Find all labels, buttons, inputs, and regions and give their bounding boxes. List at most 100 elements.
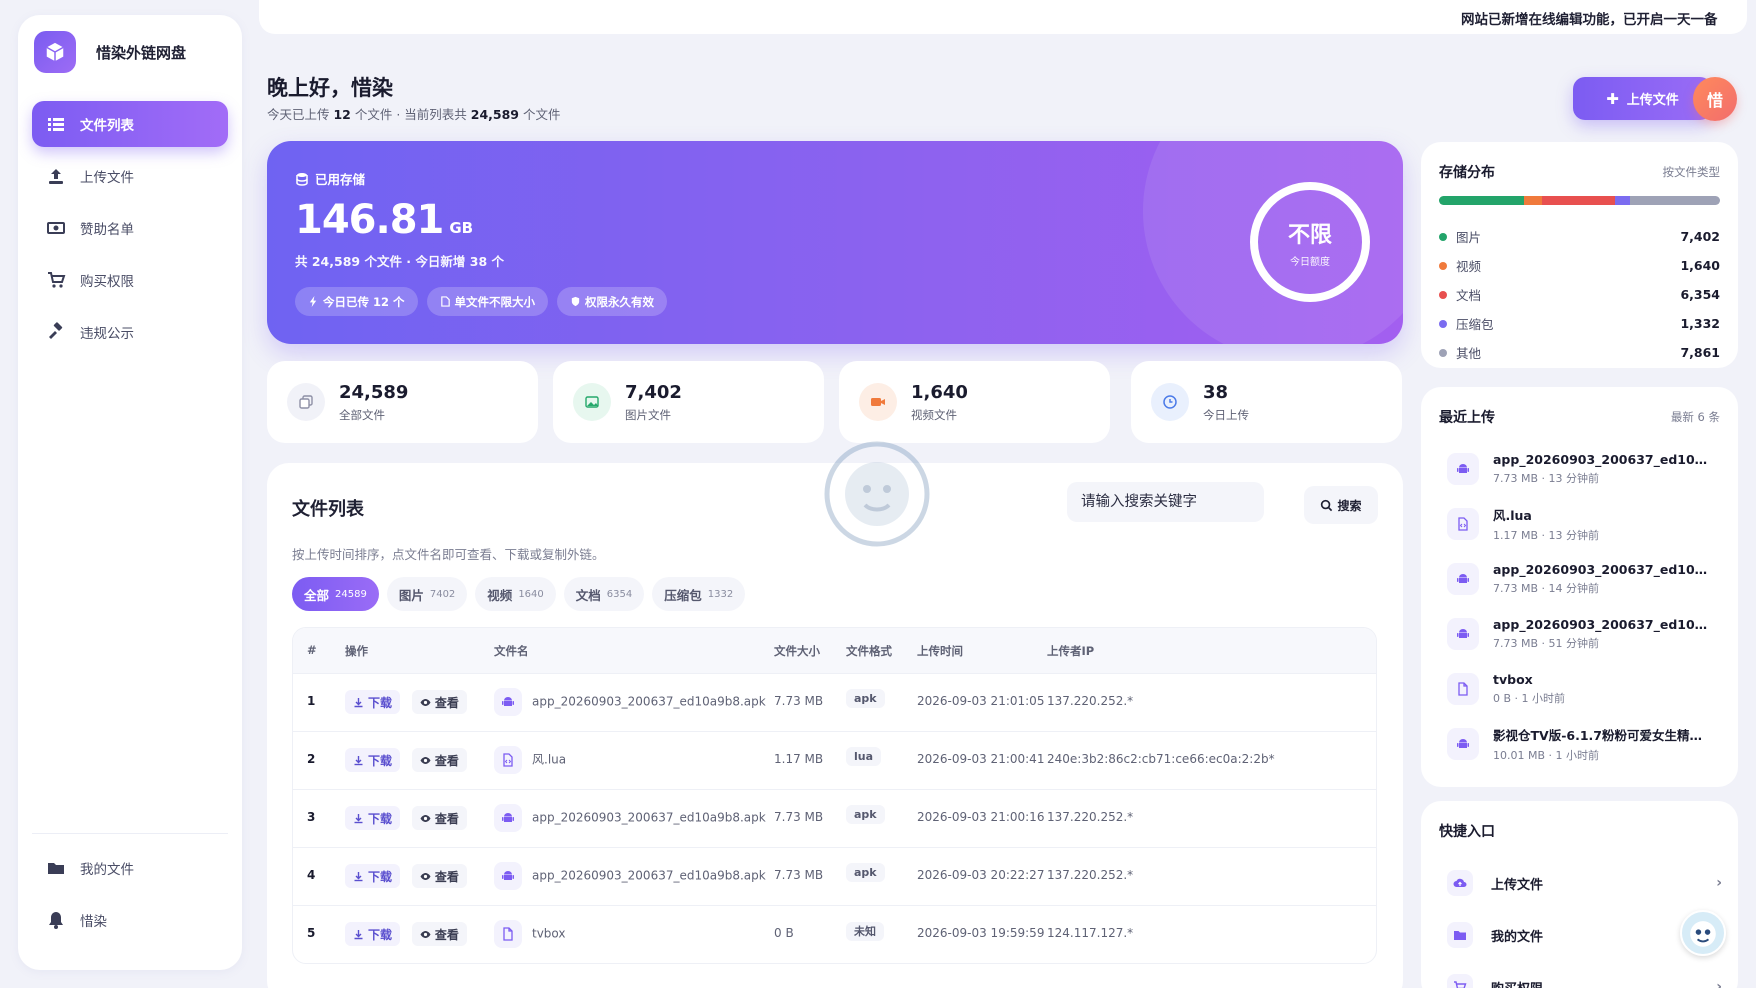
tab-videos[interactable]: 视频 1640: [475, 577, 556, 611]
sidebar-item-buy[interactable]: 购买权限: [32, 257, 228, 303]
chevron-right-icon: ›: [1716, 979, 1722, 988]
recent-file-meta: 0 B · 1 小时前: [1493, 691, 1566, 705]
card-title: 存储分布: [1439, 165, 1495, 181]
column-header: #: [307, 643, 317, 657]
search-input[interactable]: [1067, 482, 1264, 522]
page-subtitle: 今天已上传 12 个文件 · 当前列表共 24,589 个文件: [267, 104, 561, 123]
chip-label: 今日已传 12 个: [323, 294, 405, 309]
stat-label: 全部文件: [339, 407, 385, 422]
view-label: 查看: [434, 753, 459, 768]
tab-documents[interactable]: 文档 6354: [563, 577, 645, 611]
chip-permanent: 权限永久有效: [557, 287, 668, 316]
table-row[interactable]: 4 下载 查看 app_20260903_200637_ed10a9b8.apk…: [293, 847, 1376, 905]
upload-file-button[interactable]: ✚ 上传文件: [1573, 77, 1712, 120]
table-body: 1 下载 查看 app_20260903_200637_ed10a9b8.apk…: [293, 673, 1376, 963]
table-row[interactable]: 1 下载 查看 app_20260903_200637_ed10a9b8.apk…: [293, 673, 1376, 731]
row-file-name[interactable]: app_20260903_200637_ed10a9b8.apk: [494, 862, 766, 890]
sidebar-bottom-nav: 我的文件 惜染: [32, 845, 228, 949]
gavel-icon: [46, 322, 66, 342]
quota-label: 今日额度: [1290, 256, 1330, 268]
tab-count: 1332: [707, 588, 734, 600]
row-actions: 下载 查看: [345, 748, 475, 772]
download-icon: [353, 871, 364, 882]
sidebar-item-user[interactable]: 惜染: [32, 897, 228, 943]
stat-card-images[interactable]: 7,402 图片文件: [553, 361, 824, 443]
view-button[interactable]: 查看: [411, 922, 467, 946]
table-row[interactable]: 2 下载 查看 风.lua 1.17 MB lua 2026-09-03 21:…: [293, 731, 1376, 789]
recent-upload-item[interactable]: app_20260903_200637_ed10a9b8.apk 7.73 MB …: [1447, 441, 1722, 496]
column-header: 上传者IP: [1047, 644, 1095, 658]
view-label: 查看: [434, 927, 459, 942]
row-file-size: 7.73 MB: [774, 694, 824, 708]
row-upload-time: 2026-09-03 19:59:59: [917, 926, 1045, 940]
storage-legend-item: 图片 7,402: [1439, 222, 1720, 251]
sidebar-item-my-files[interactable]: 我的文件: [32, 845, 228, 891]
download-button[interactable]: 下载: [345, 922, 401, 946]
legend-value: 1,332: [1680, 316, 1720, 331]
download-icon: [353, 697, 364, 708]
recent-upload-item[interactable]: 影视仓TV版-6.1.7粉粉可爱女生精简版.apk 10.01 MB · 1 小时…: [1447, 716, 1722, 771]
floating-assistant-icon[interactable]: [1680, 910, 1726, 956]
brand[interactable]: 惜染外链网盘: [34, 31, 186, 73]
stat-card-videos[interactable]: 1,640 视频文件: [839, 361, 1110, 443]
row-file-format: apk: [846, 863, 885, 882]
row-actions: 下载 查看: [345, 864, 475, 888]
recent-upload-item[interactable]: 风.lua 1.17 MB · 13 分钟前: [1447, 496, 1722, 551]
chip-no-size-limit: 单文件不限大小: [426, 287, 549, 316]
row-file-name[interactable]: app_20260903_200637_ed10a9b8.apk: [494, 688, 766, 716]
format-badge: apk: [846, 805, 885, 824]
recent-upload-item[interactable]: app_20260903_200637_ed10a9b8.apk 7.73 MB …: [1447, 606, 1722, 661]
row-uploader-ip: 137.220.252.*: [1047, 810, 1134, 824]
sidebar-item-label: 我的文件: [80, 862, 134, 878]
recent-uploads-card: 最近上传 最新 6 条 app_20260903_200637_ed10a9b8…: [1421, 387, 1738, 787]
image-icon: [573, 383, 611, 421]
row-file-name[interactable]: 风.lua: [494, 746, 566, 774]
download-label: 下载: [368, 869, 393, 884]
column-header: 操作: [345, 644, 368, 658]
recent-upload-item[interactable]: app_20260903_200637_ed10a9b8.apk 7.73 MB …: [1447, 551, 1722, 606]
view-button[interactable]: 查看: [411, 690, 467, 714]
download-button[interactable]: 下载: [345, 748, 401, 772]
download-button[interactable]: 下载: [345, 690, 401, 714]
view-button[interactable]: 查看: [411, 806, 467, 830]
column-header: 文件格式: [846, 644, 892, 658]
stat-value: 7,402: [625, 381, 682, 403]
search-icon: [1320, 499, 1333, 512]
avatar[interactable]: 惜: [1693, 77, 1737, 121]
row-file-format: 未知: [846, 922, 884, 941]
tab-archives[interactable]: 压缩包 1332: [652, 577, 746, 611]
sidebar-item-upload[interactable]: 上传文件: [32, 153, 228, 199]
file-type-tabs: 全部 24589 图片 7402 视频 1640 文档 6354 压缩包 1332: [292, 577, 753, 611]
quick-access-card: 快捷入口 上传文件›我的文件›购买权限›: [1421, 801, 1738, 988]
sidebar-item-sponsors[interactable]: 赞助名单: [32, 205, 228, 251]
stat-label: 今日上传: [1203, 407, 1249, 422]
code-file-icon: [494, 746, 522, 774]
card-title: 快捷入口: [1439, 824, 1495, 840]
download-icon: [353, 813, 364, 824]
card-aside: 按文件类型: [1662, 165, 1721, 179]
table-row[interactable]: 3 下载 查看 app_20260903_200637_ed10a9b8.apk…: [293, 789, 1376, 847]
folder-icon: [1447, 922, 1473, 948]
download-button[interactable]: 下载: [345, 864, 401, 888]
recent-file-meta: 7.73 MB · 13 分钟前: [1493, 471, 1600, 485]
sidebar-item-file-list[interactable]: 文件列表: [32, 101, 228, 147]
recent-upload-item[interactable]: tvbox 0 B · 1 小时前: [1447, 661, 1722, 716]
download-button[interactable]: 下载: [345, 806, 401, 830]
upload-icon: [46, 166, 66, 186]
table-row[interactable]: 5 下载 查看 tvbox 0 B 未知 2026-09-03 19:59:59…: [293, 905, 1376, 963]
sidebar-item-label: 惜染: [80, 914, 107, 930]
view-button[interactable]: 查看: [411, 864, 467, 888]
row-file-name[interactable]: app_20260903_200637_ed10a9b8.apk: [494, 804, 766, 832]
stat-card-all-files[interactable]: 24,589 全部文件: [267, 361, 538, 443]
sidebar-item-label: 上传文件: [80, 170, 134, 186]
row-file-name[interactable]: tvbox: [494, 920, 566, 948]
tab-all[interactable]: 全部 24589: [292, 577, 379, 611]
sidebar-item-violations[interactable]: 违规公示: [32, 309, 228, 355]
clock-icon: [1151, 383, 1189, 421]
tab-images[interactable]: 图片 7402: [386, 577, 468, 611]
quick-link[interactable]: 上传文件 ›: [1447, 857, 1722, 909]
stat-card-today[interactable]: 38 今日上传: [1131, 361, 1402, 443]
quick-link[interactable]: 购买权限 ›: [1447, 961, 1722, 988]
view-button[interactable]: 查看: [411, 748, 467, 772]
search-button[interactable]: 搜索: [1304, 486, 1378, 524]
